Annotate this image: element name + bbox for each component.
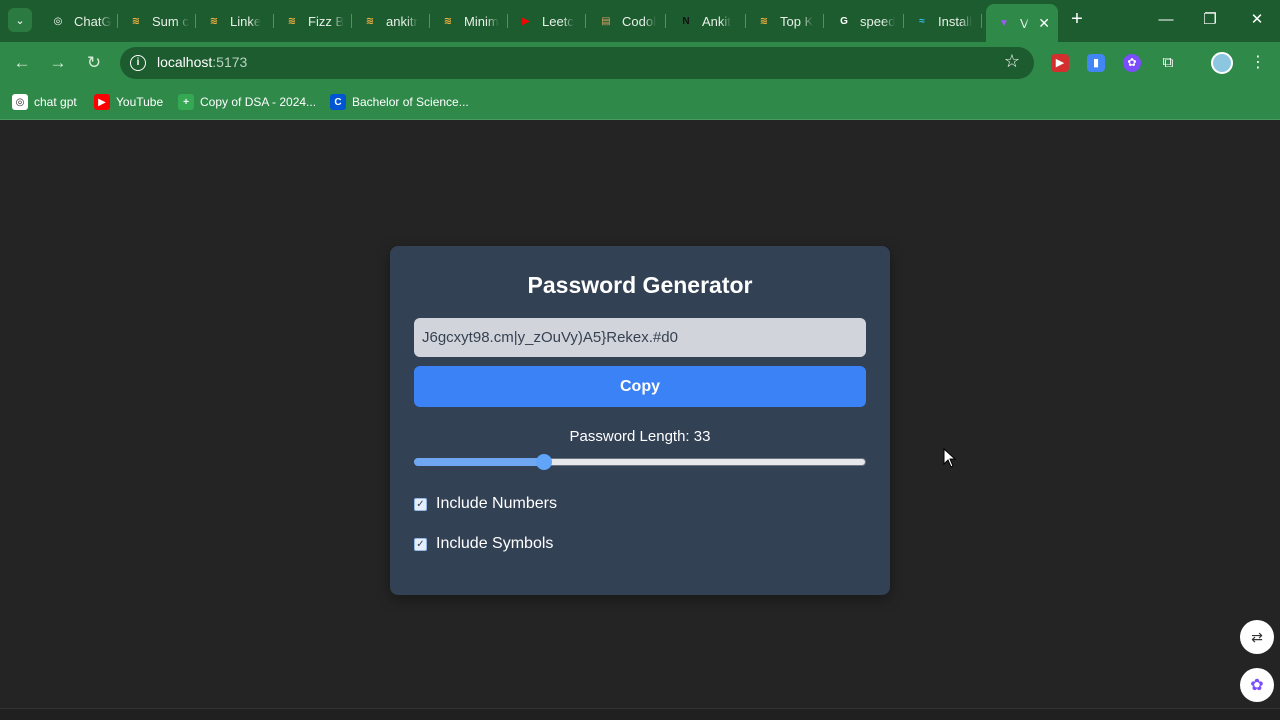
- reload-icon[interactable]: ↻: [82, 51, 106, 75]
- youtube-icon: ▶: [522, 15, 530, 27]
- include-symbols-option[interactable]: ✓ Include Symbols: [414, 534, 553, 554]
- password-length-label: Password Length: 33: [569, 428, 711, 445]
- tab-label: Linke: [230, 13, 262, 29]
- tab-label: Top K: [780, 13, 814, 29]
- tab-label: V: [1020, 15, 1029, 31]
- tab-11[interactable]: ≈ Install: [904, 6, 982, 36]
- tab-label: Leetc: [542, 13, 574, 29]
- tab-10[interactable]: Gspeed: [826, 6, 904, 36]
- bookmarks-bar: ◎ chat gpt ▶ YouTube + Copy of DSA - 2024... C…: [0, 84, 1280, 120]
- password-output-field[interactable]: [414, 318, 866, 357]
- codolio-icon: ▤: [601, 15, 611, 27]
- tab-strip: ⌄ ◎ ChatG ≋ Sum c ≋ Linke ≋ Fizz B ≋ ankitr ≋ Minim…: [0, 0, 1280, 42]
- include-symbols-label: Include Symbols: [436, 535, 554, 552]
- code-icon: ≋: [443, 15, 453, 27]
- coursera-icon: C: [330, 94, 346, 110]
- tab-0[interactable]: ◎ ChatG: [40, 6, 118, 36]
- tab-label: ChatG: [74, 13, 112, 29]
- address-url: localhost:5173: [157, 54, 247, 70]
- tab-4[interactable]: ≋ ankitr: [352, 6, 430, 36]
- bookmark-item[interactable]: + Copy of DSA - 2024...: [178, 92, 316, 112]
- url-port: :5173: [212, 54, 248, 70]
- os-taskbar: [0, 708, 1280, 720]
- extension-ai-icon[interactable]: ✿: [1123, 54, 1141, 72]
- code-icon: ≋: [209, 15, 219, 27]
- code-icon: ≋: [131, 15, 141, 27]
- chatgpt-icon: ◎: [53, 15, 63, 27]
- code-icon: ≋: [759, 15, 769, 27]
- bookmark-item[interactable]: ▶ YouTube: [94, 92, 163, 112]
- password-generator-card: Password Generator Copy Password Length:…: [390, 246, 890, 595]
- tab-label: ankitr: [386, 13, 418, 29]
- youtube-icon: ▶: [94, 94, 110, 110]
- tab-label: Sum c: [152, 13, 189, 29]
- bookmark-label: YouTube: [116, 95, 164, 109]
- bookmark-label: Copy of DSA - 2024...: [200, 95, 317, 109]
- vite-icon: ▼: [999, 17, 1009, 29]
- bookmark-item[interactable]: ◎ chat gpt: [12, 92, 77, 112]
- tailwind-icon: ≈: [919, 15, 925, 27]
- forward-icon[interactable]: →: [46, 51, 70, 75]
- tab-label: Minim: [464, 13, 499, 29]
- extension-red-icon[interactable]: ▶: [1051, 54, 1069, 72]
- site-info-icon[interactable]: i: [130, 55, 146, 71]
- page-title: Password Generator: [527, 272, 753, 298]
- address-bar[interactable]: i localhost:5173 ☆: [120, 47, 1034, 79]
- tab-search-chevron-icon[interactable]: ⌄: [8, 8, 32, 32]
- code-icon: ≋: [365, 15, 375, 27]
- profile-avatar[interactable]: [1211, 52, 1233, 74]
- back-icon[interactable]: ←: [10, 51, 34, 75]
- tab-12[interactable]: ▼ V ✕: [986, 4, 1058, 42]
- password-length-slider[interactable]: [414, 454, 866, 470]
- copy-button[interactable]: Copy: [414, 366, 866, 407]
- translate-icon[interactable]: ⇄: [1240, 620, 1274, 654]
- mouse-cursor-icon: [943, 448, 957, 468]
- tab-close-icon[interactable]: ✕: [1038, 15, 1050, 32]
- extensions-puzzle-icon[interactable]: ⧉: [1159, 54, 1177, 72]
- include-numbers-label: Include Numbers: [436, 495, 557, 512]
- assistant-brain-icon[interactable]: ✿: [1240, 668, 1274, 702]
- restore-icon[interactable]: ❐: [1198, 8, 1222, 32]
- tab-1[interactable]: ≋ Sum c: [118, 6, 196, 36]
- tab-label: Install: [938, 13, 972, 29]
- tab-8[interactable]: N Ankit: [668, 6, 746, 36]
- tab-9[interactable]: ≋ Top K: [746, 6, 824, 36]
- new-tab-icon[interactable]: +: [1066, 9, 1088, 31]
- include-numbers-option[interactable]: ✓ Include Numbers: [414, 494, 557, 514]
- tab-6[interactable]: ▶ Leetc: [508, 6, 586, 36]
- include-numbers-checkbox[interactable]: ✓: [414, 497, 427, 511]
- extension-docs-icon[interactable]: ▮: [1087, 54, 1105, 72]
- tab-label: speed: [860, 13, 896, 29]
- slider-thumb[interactable]: [536, 454, 552, 470]
- tab-2[interactable]: ≋ Linke: [196, 6, 274, 36]
- browser-toolbar: ← → ↻ i localhost:5173 ☆ ▶ ▮ ✿ ⧉ ⋮: [0, 42, 1280, 84]
- google-icon: G: [840, 15, 848, 27]
- tab-label: Codol: [622, 13, 656, 29]
- sheets-icon: +: [178, 94, 194, 110]
- tab-5[interactable]: ≋ Minim: [430, 6, 508, 36]
- window-close-icon[interactable]: ✕: [1245, 8, 1269, 32]
- slider-fill: [414, 458, 544, 466]
- bookmark-star-icon[interactable]: ☆: [1004, 51, 1020, 72]
- tab-7[interactable]: ▤ Codol: [588, 6, 666, 36]
- url-host: localhost: [157, 54, 213, 70]
- code-icon: ≋: [287, 15, 297, 27]
- bookmark-label: chat gpt: [34, 95, 77, 109]
- bookmark-item[interactable]: C Bachelor of Science...: [330, 92, 469, 112]
- include-symbols-checkbox[interactable]: ✓: [414, 537, 427, 551]
- minimize-icon[interactable]: —: [1154, 8, 1178, 32]
- tab-label: Fizz B: [308, 13, 345, 29]
- tab-3[interactable]: ≋ Fizz B: [274, 6, 352, 36]
- tab-label: Ankit: [702, 13, 731, 29]
- naukri-icon: N: [682, 15, 690, 27]
- browser-menu-icon[interactable]: ⋮: [1250, 51, 1266, 75]
- chatgpt-icon: ◎: [12, 94, 28, 110]
- bookmark-label: Bachelor of Science...: [352, 95, 469, 109]
